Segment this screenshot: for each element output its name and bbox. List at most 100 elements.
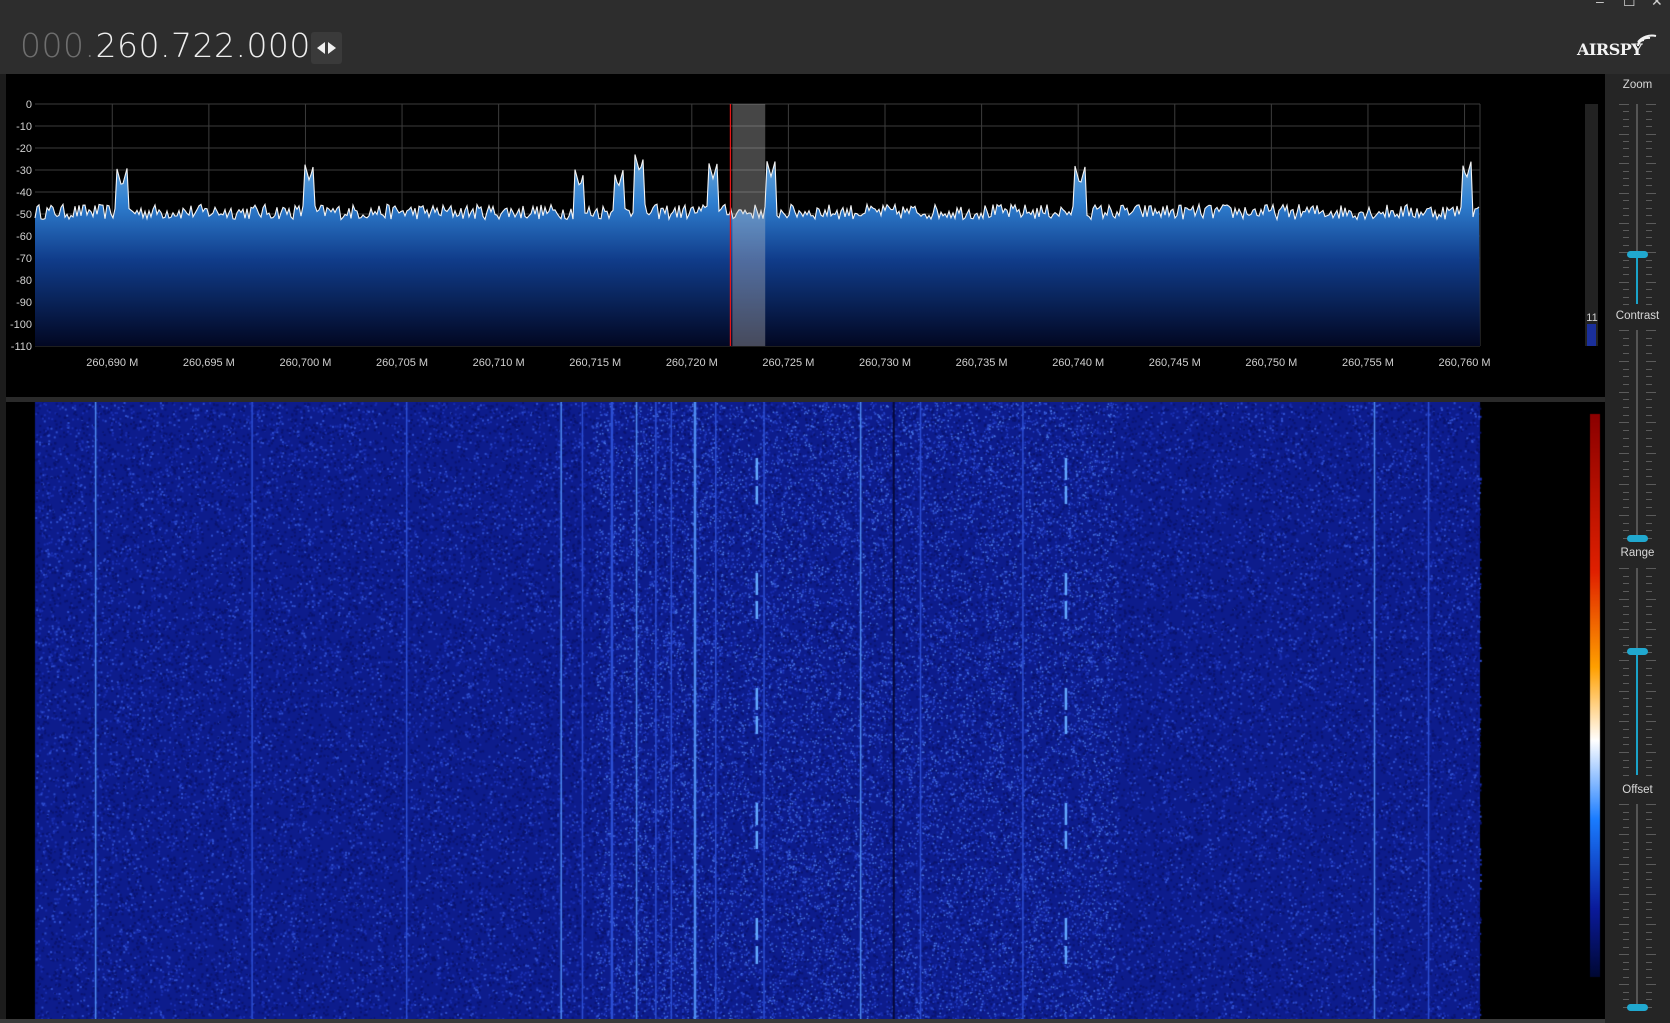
slider-tick <box>1646 118 1652 120</box>
slider-tick <box>1623 148 1629 150</box>
slider-tick <box>1646 304 1652 305</box>
slider-tick <box>1646 163 1656 165</box>
slider-tick <box>1623 141 1629 143</box>
slider-tick <box>1646 767 1652 769</box>
slider-tick <box>1646 155 1652 157</box>
slider-tick <box>1623 637 1629 638</box>
slider-tick <box>1623 856 1629 858</box>
slider-tick <box>1646 575 1652 577</box>
slider-tick <box>1619 660 1629 661</box>
slider-tick <box>1646 759 1652 761</box>
slider-tick <box>1646 775 1652 776</box>
slider-tick <box>1646 614 1652 615</box>
slider-tick <box>1619 192 1629 194</box>
arrow-left-icon[interactable] <box>316 41 326 55</box>
slider-tick <box>1623 575 1629 577</box>
slider-tick <box>1619 598 1629 600</box>
slider-tick <box>1623 460 1629 462</box>
slider-tick <box>1646 353 1652 355</box>
slider-tick <box>1623 916 1629 918</box>
slider-tick <box>1623 296 1629 298</box>
slider-tick <box>1623 976 1629 978</box>
slider-tick <box>1646 383 1652 385</box>
frequency-mhz-digits[interactable]: 260.722.000 <box>95 26 310 65</box>
filter-bandwidth-overlay[interactable] <box>732 104 766 346</box>
slider-tick <box>1646 345 1652 347</box>
frequency-ghz-digits[interactable]: 000. <box>20 26 95 65</box>
slider-tick <box>1646 721 1656 723</box>
slider-tick <box>1646 752 1656 753</box>
slider-tick <box>1619 360 1629 362</box>
frequency-display[interactable]: 000.260.722.000 <box>20 26 311 66</box>
slider-tick <box>1623 376 1629 378</box>
freq-tick-label: 260,725 M <box>762 357 814 369</box>
slider-tick <box>1646 841 1652 843</box>
slider-tick <box>1646 200 1652 202</box>
slider-tick <box>1646 507 1652 509</box>
slider-tick <box>1623 706 1629 707</box>
slider-tick <box>1646 491 1652 493</box>
slider-thumb[interactable] <box>1627 647 1648 655</box>
slider-tick <box>1646 886 1652 888</box>
slider-tick <box>1646 289 1652 291</box>
spectrum-analyzer[interactable]: 0 -10 -20 -30 -40 -50 -60 -70 -80 -90 -100 -110 260,… <box>6 74 1605 397</box>
slider-tick <box>1623 266 1629 268</box>
display-controls-panel: Zoom Contrast Range Offset <box>1605 74 1670 1023</box>
slider-track[interactable] <box>1636 330 1638 538</box>
slider-tick <box>1646 296 1652 298</box>
slider-tick <box>1623 901 1629 903</box>
slider-tick <box>1646 683 1652 684</box>
slider-tick <box>1623 304 1629 305</box>
slider-tick <box>1623 530 1629 532</box>
slider-tick <box>1646 274 1652 276</box>
slider-tick <box>1646 637 1652 638</box>
slider-tick <box>1646 244 1652 246</box>
slider-tick <box>1646 901 1652 903</box>
slider-tick <box>1623 368 1629 370</box>
slider-thumb[interactable] <box>1627 1004 1648 1011</box>
slider-tick <box>1619 453 1629 455</box>
slider-tick <box>1623 178 1629 180</box>
zoom-label: Zoom <box>1622 79 1653 91</box>
slider-tick <box>1623 767 1629 769</box>
freq-tick-label: 260,705 M <box>376 357 428 369</box>
slider-thumb[interactable] <box>1627 251 1648 258</box>
slider-tick <box>1646 453 1656 455</box>
waterfall-display[interactable] <box>6 402 1605 1019</box>
slider-tick <box>1623 522 1629 524</box>
slider-tick <box>1623 215 1629 217</box>
slider-tick <box>1646 871 1652 873</box>
slider-tick <box>1646 939 1652 941</box>
slider-tick <box>1623 961 1629 963</box>
slider-tick <box>1646 330 1656 331</box>
close-icon[interactable]: ✕ <box>1651 0 1663 8</box>
slider-track[interactable] <box>1636 804 1638 1007</box>
slider-tick <box>1646 931 1652 933</box>
slider-tick <box>1646 946 1652 948</box>
slider-thumb[interactable] <box>1627 535 1648 542</box>
slider-tick <box>1646 811 1652 813</box>
slider-tick <box>1619 163 1629 165</box>
status-strip <box>0 1019 1670 1023</box>
slider-tick <box>1623 111 1629 113</box>
tune-step-buttons[interactable] <box>311 32 342 64</box>
range-label: Range <box>1620 547 1655 559</box>
maximize-icon[interactable]: ☐ <box>1623 0 1636 8</box>
slider-tick <box>1646 954 1656 956</box>
slider-tick <box>1619 133 1629 135</box>
slider-tick <box>1623 155 1629 157</box>
slider-tick <box>1646 999 1652 1001</box>
slider-tick <box>1646 698 1652 700</box>
arrow-right-icon[interactable] <box>327 41 337 55</box>
slider-tick <box>1623 499 1629 501</box>
slider-tick <box>1623 476 1629 478</box>
slider-tick <box>1623 414 1629 416</box>
db-tick-label: -30 <box>16 165 32 177</box>
slider-tick <box>1619 864 1629 866</box>
minimize-icon[interactable]: – <box>1596 0 1604 8</box>
slider-tick <box>1646 229 1652 231</box>
slider-tick <box>1619 568 1629 569</box>
slider-tick <box>1646 606 1652 608</box>
slider-tick <box>1619 721 1629 723</box>
spectrum-plot[interactable]: 0 -10 -20 -30 -40 -50 -60 -70 -80 -90 -100 -110 260,… <box>6 74 1605 397</box>
